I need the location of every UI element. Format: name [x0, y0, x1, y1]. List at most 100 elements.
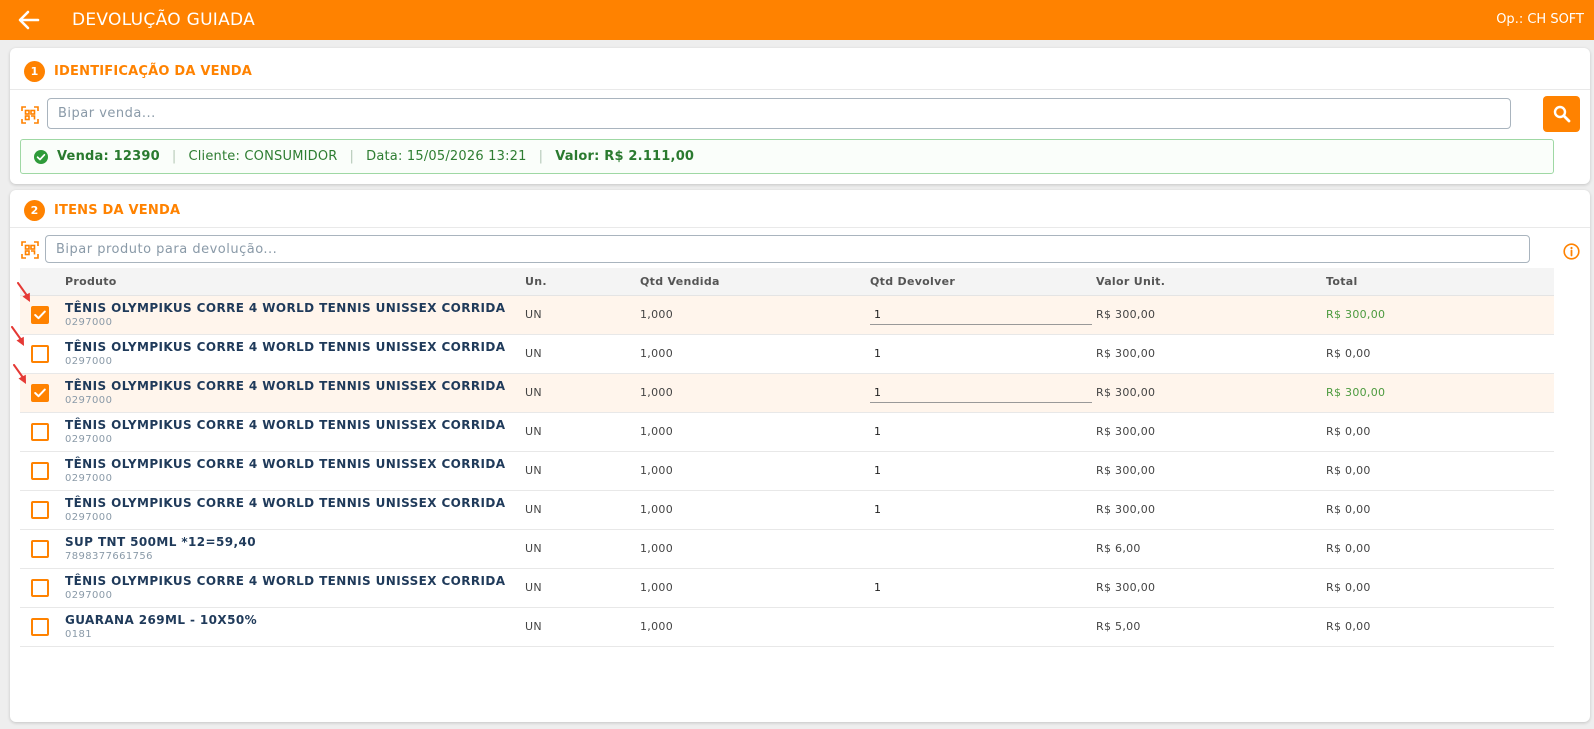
- qty-sold-cell: 1,000: [640, 607, 870, 647]
- qty-return-cell: 1: [870, 334, 1096, 374]
- qty-sold-cell: 1,000: [640, 568, 870, 608]
- product-code: 0297000: [65, 434, 113, 445]
- table-row[interactable]: TÊNIS OLYMPIKUS CORRE 4 WORLD TENNIS UNI…: [20, 373, 1554, 413]
- qty-return-cell: [870, 529, 1096, 569]
- product-code: 0297000: [65, 512, 113, 523]
- product-code: 0297000: [65, 395, 113, 406]
- qty-sold-cell: 1,000: [640, 412, 870, 452]
- select-cell: [20, 412, 65, 452]
- operator-label: Op.: CH SOFT: [1496, 12, 1584, 27]
- qty-return-value: 1: [874, 347, 882, 360]
- total-cell: R$ 0,00: [1326, 529, 1554, 569]
- column-product: Produto: [65, 268, 525, 296]
- table-header-row: Produto Un. Qtd Vendida Qtd Devolver Val…: [20, 268, 1554, 296]
- section-header: 1 IDENTIFICAÇÃO DA VENDA: [24, 60, 252, 82]
- sale-number: Venda: 12390: [57, 149, 160, 164]
- divider: [10, 227, 1590, 228]
- row-checkbox[interactable]: [31, 539, 49, 558]
- total-cell: R$ 300,00: [1326, 373, 1554, 413]
- product-code: 7898377661756: [65, 551, 153, 562]
- product-cell: GUARANA 269ML - 10X50% 0181: [65, 607, 525, 647]
- total-cell: R$ 300,00: [1326, 295, 1554, 335]
- product-code: 0181: [65, 629, 93, 640]
- red-arrow-marker: [17, 282, 30, 302]
- qty-return-input[interactable]: [870, 382, 1092, 403]
- unit-cell: UN: [525, 490, 640, 530]
- qty-return-input[interactable]: [870, 304, 1092, 325]
- product-cell: TÊNIS OLYMPIKUS CORRE 4 WORLD TENNIS UNI…: [65, 334, 525, 374]
- sale-search-input[interactable]: [47, 98, 1511, 129]
- product-name: TÊNIS OLYMPIKUS CORRE 4 WORLD TENNIS UNI…: [65, 301, 506, 315]
- select-cell: [20, 568, 65, 608]
- unit-cell: UN: [525, 451, 640, 491]
- unit-value-cell: R$ 300,00: [1096, 412, 1326, 452]
- customer-name: Cliente: CONSUMIDOR: [188, 149, 338, 164]
- qty-return-cell: 1: [870, 490, 1096, 530]
- qty-return-value: [870, 542, 874, 555]
- product-cell: SUP TNT 500ML *12=59,40 7898377661756: [65, 529, 525, 569]
- search-button[interactable]: [1543, 96, 1580, 132]
- check-circle-icon: [34, 149, 48, 164]
- qty-return-value: 1: [874, 425, 882, 438]
- page-title: DEVOLUÇÃO GUIADA: [72, 10, 256, 30]
- qty-return-value: [870, 620, 874, 633]
- unit-value-cell: R$ 300,00: [1096, 373, 1326, 413]
- qty-sold-cell: 1,000: [640, 451, 870, 491]
- qty-sold-cell: 1,000: [640, 490, 870, 530]
- product-name: TÊNIS OLYMPIKUS CORRE 4 WORLD TENNIS UNI…: [65, 496, 506, 510]
- qty-return-value: 1: [874, 464, 882, 477]
- table-row[interactable]: TÊNIS OLYMPIKUS CORRE 4 WORLD TENNIS UNI…: [20, 451, 1554, 491]
- divider: [10, 89, 1590, 90]
- row-checkbox[interactable]: [31, 461, 49, 480]
- unit-value-cell: R$ 300,00: [1096, 451, 1326, 491]
- unit-cell: UN: [525, 334, 640, 374]
- row-checkbox[interactable]: [31, 422, 49, 441]
- row-checkbox[interactable]: [31, 500, 49, 519]
- table-row[interactable]: GUARANA 269ML - 10X50% 0181 UN 1,000 R$ 5,00…: [20, 607, 1554, 647]
- product-cell: TÊNIS OLYMPIKUS CORRE 4 WORLD TENNIS UNI…: [65, 295, 525, 335]
- qr-scan-icon[interactable]: [21, 241, 39, 259]
- product-code: 0297000: [65, 590, 113, 601]
- column-qty-sold: Qtd Vendida: [640, 268, 870, 296]
- product-name: TÊNIS OLYMPIKUS CORRE 4 WORLD TENNIS UNI…: [65, 340, 506, 354]
- product-name: GUARANA 269ML - 10X50%: [65, 613, 257, 627]
- section-title: IDENTIFICAÇÃO DA VENDA: [54, 63, 253, 79]
- table-row[interactable]: SUP TNT 500ML *12=59,40 7898377661756 UN 1,…: [20, 529, 1554, 569]
- total-cell: R$ 0,00: [1326, 451, 1554, 491]
- row-checkbox[interactable]: [31, 344, 49, 363]
- column-total: Total: [1326, 268, 1554, 296]
- qty-return-cell: [870, 373, 1096, 413]
- select-cell: [20, 451, 65, 491]
- row-checkbox[interactable]: [31, 383, 49, 402]
- table-row[interactable]: TÊNIS OLYMPIKUS CORRE 4 WORLD TENNIS UNI…: [20, 334, 1554, 374]
- product-code: 0297000: [65, 317, 113, 328]
- unit-cell: UN: [525, 568, 640, 608]
- row-checkbox[interactable]: [31, 578, 49, 597]
- qr-scan-icon[interactable]: [21, 106, 39, 124]
- table-row[interactable]: TÊNIS OLYMPIKUS CORRE 4 WORLD TENNIS UNI…: [20, 295, 1554, 335]
- qty-return-cell: 1: [870, 451, 1096, 491]
- column-qty-return: Qtd Devolver: [870, 268, 1096, 296]
- product-name: TÊNIS OLYMPIKUS CORRE 4 WORLD TENNIS UNI…: [65, 379, 506, 393]
- check-icon: [34, 388, 46, 397]
- product-cell: TÊNIS OLYMPIKUS CORRE 4 WORLD TENNIS UNI…: [65, 412, 525, 452]
- total-cell: R$ 0,00: [1326, 412, 1554, 452]
- unit-value-cell: R$ 300,00: [1096, 490, 1326, 530]
- table-row[interactable]: TÊNIS OLYMPIKUS CORRE 4 WORLD TENNIS UNI…: [20, 412, 1554, 452]
- product-scan-input[interactable]: [45, 235, 1530, 263]
- select-cell: [20, 607, 65, 647]
- qty-return-cell: 1: [870, 568, 1096, 608]
- table-row[interactable]: TÊNIS OLYMPIKUS CORRE 4 WORLD TENNIS UNI…: [20, 568, 1554, 608]
- table-row[interactable]: TÊNIS OLYMPIKUS CORRE 4 WORLD TENNIS UNI…: [20, 490, 1554, 530]
- step-number-badge: 2: [24, 199, 45, 221]
- row-checkbox[interactable]: [31, 305, 49, 324]
- unit-value-cell: R$ 5,00: [1096, 607, 1326, 647]
- unit-cell: UN: [525, 295, 640, 335]
- unit-cell: UN: [525, 412, 640, 452]
- separator: |: [349, 149, 355, 164]
- total-cell: R$ 0,00: [1326, 568, 1554, 608]
- qty-sold-cell: 1,000: [640, 529, 870, 569]
- info-icon[interactable]: [1563, 243, 1580, 260]
- row-checkbox[interactable]: [31, 617, 49, 636]
- back-button[interactable]: [16, 8, 42, 32]
